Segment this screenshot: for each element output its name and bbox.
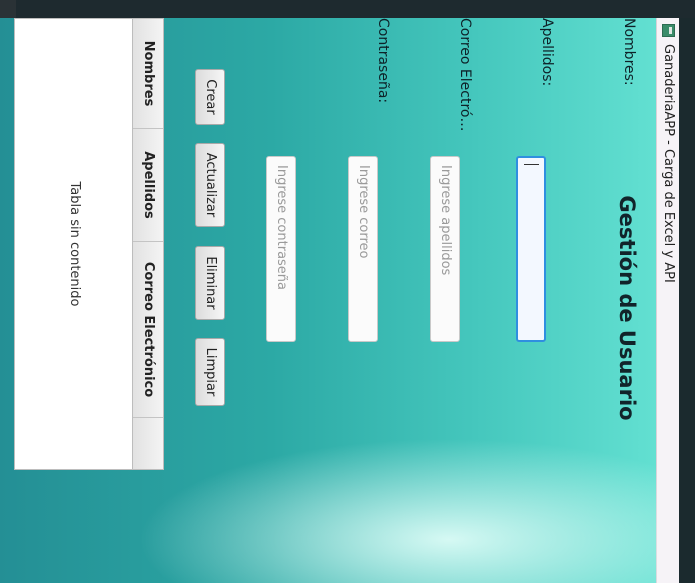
title-bar: GanaderiaAPP - Carga de Excel y API [656, 18, 679, 583]
eliminar-button[interactable]: Eliminar [195, 246, 225, 320]
contrasena-label: Contraseña: [375, 18, 391, 104]
window-title: GanaderiaAPP - Carga de Excel y API [661, 44, 676, 283]
background-light [137, 438, 657, 583]
app-window: GanaderiaAPP - Carga de Excel y API Gest… [0, 18, 679, 583]
column-filler [133, 418, 163, 469]
apellidos-input[interactable]: Ingrese apellidos [430, 156, 460, 342]
users-table[interactable]: Nombres Apellidos Correo Electrónico Tab… [14, 18, 164, 470]
correo-input[interactable]: Ingrese correo [348, 156, 378, 342]
limpiar-button[interactable]: Limpiar [195, 338, 225, 406]
text-caret [524, 164, 539, 165]
page-title: Gestión de Usuario [615, 195, 639, 421]
nombres-input[interactable] [516, 156, 546, 342]
column-correo[interactable]: Correo Electrónico [133, 242, 163, 418]
crear-button[interactable]: Crear [195, 69, 225, 125]
apellidos-label: Apellidos: [539, 18, 555, 87]
correo-label: Correo Electróni... [457, 18, 473, 140]
column-apellidos[interactable]: Apellidos [133, 129, 163, 242]
background-window-strip [0, 0, 695, 18]
table-empty-message: Tabla sin contenido [67, 181, 82, 307]
contrasena-input[interactable]: Ingrese contraseña [266, 156, 296, 342]
nombres-label: Nombres: [621, 18, 637, 86]
column-nombres[interactable]: Nombres [133, 19, 163, 129]
user-management-panel: Gestión de Usuario Nombres: Apellidos: I… [0, 18, 657, 583]
actualizar-button[interactable]: Actualizar [195, 143, 225, 227]
table-header: Nombres Apellidos Correo Electrónico [132, 19, 163, 469]
app-icon [662, 24, 675, 37]
